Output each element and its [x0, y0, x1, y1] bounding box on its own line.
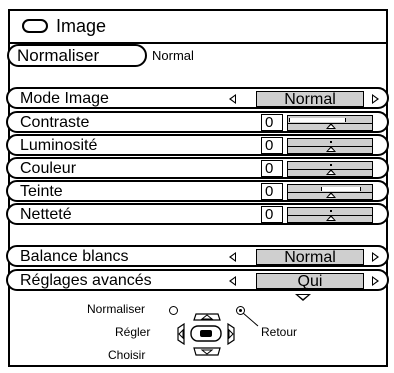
menu-title: Image: [56, 16, 107, 36]
menu-item-balance-blancs-pill: Balance blancs Normal: [6, 245, 389, 267]
arrow-right-icon[interactable]: [372, 276, 379, 286]
arrow-right-icon[interactable]: [372, 252, 379, 262]
menu-item-luminosite-pill: Luminosité 0: [6, 134, 389, 156]
menu-item-contraste[interactable]: Contraste 0: [6, 111, 389, 133]
balance-blancs-value: Normal: [256, 249, 364, 266]
couleur-value: 0: [261, 160, 283, 177]
normaliser-button[interactable]: Normaliser: [7, 44, 147, 67]
menu-item-luminosite[interactable]: Luminosité 0: [6, 134, 389, 156]
luminosite-slider[interactable]: [287, 138, 373, 154]
menu-item-label: Contraste: [20, 114, 90, 131]
menu-item-label: Réglages avancés: [20, 272, 152, 289]
menu-item-mode-image[interactable]: Mode Image Normal: [6, 87, 389, 109]
menu-item-couleur[interactable]: Couleur 0: [6, 157, 389, 179]
slider-fill: [321, 187, 361, 191]
reglages-avances-value: Qui: [256, 273, 364, 291]
menu-item-label: Balance blancs: [20, 248, 129, 265]
arrow-left-icon[interactable]: [229, 276, 236, 286]
contraste-value: 0: [261, 114, 283, 131]
mode-image-value: Normal: [256, 91, 364, 109]
menu-item-label: Teinte: [20, 183, 63, 200]
menu-item-mode-image-pill: Mode Image Normal: [6, 87, 389, 109]
teinte-slider[interactable]: [287, 184, 373, 200]
arrow-left-icon[interactable]: [229, 94, 236, 104]
slider-center-dot: [330, 210, 332, 212]
menu-item-reglages-avances-pill: Réglages avancés Qui: [6, 269, 389, 291]
slider-center-dot: [330, 164, 332, 166]
menu-item-label: Luminosité: [20, 137, 98, 154]
rounded-rect-icon: [22, 19, 48, 33]
menu-item-nettete-pill: Netteté 0: [6, 203, 389, 225]
menu-item-reglages-avances[interactable]: Réglages avancés Qui: [6, 269, 389, 291]
slider-fill: [289, 118, 346, 122]
slider-marker-icon: [326, 169, 336, 175]
menu-item-balance-blancs[interactable]: Balance blancs Normal: [6, 245, 389, 267]
remote-pad-icon: [177, 313, 235, 356]
help-regler-label: Régler: [115, 325, 151, 339]
nettete-slider[interactable]: [287, 207, 373, 223]
menu-item-contraste-pill: Contraste 0: [6, 111, 389, 133]
help-choisir-label: Choisir: [108, 348, 146, 362]
menu-item-label: Mode Image: [20, 90, 109, 107]
help-retour-label: Retour: [261, 325, 298, 339]
normaliser-status: Normal: [152, 48, 194, 63]
menu-title-bar: Image: [10, 11, 386, 44]
slider-marker-icon: [326, 123, 336, 129]
menu-item-couleur-pill: Couleur 0: [6, 157, 389, 179]
luminosite-value: 0: [261, 137, 283, 154]
scroll-down-arrow-icon[interactable]: [295, 294, 311, 301]
contraste-slider[interactable]: [287, 115, 373, 131]
menu-item-teinte[interactable]: Teinte 0: [6, 180, 389, 202]
slider-center-dot: [330, 141, 332, 143]
slider-marker-icon: [326, 192, 336, 198]
slider-marker-icon: [326, 146, 336, 152]
menu-item-teinte-pill: Teinte 0: [6, 180, 389, 202]
couleur-slider[interactable]: [287, 161, 373, 177]
slider-marker-icon: [326, 215, 336, 221]
menu-item-label: Netteté: [20, 206, 72, 223]
teinte-value: 0: [261, 183, 283, 200]
help-normaliser-label: Normaliser: [87, 302, 146, 316]
arrow-right-icon[interactable]: [372, 94, 379, 104]
menu-item-label: Couleur: [20, 160, 77, 177]
nettete-value: 0: [261, 206, 283, 223]
menu-item-nettete[interactable]: Netteté 0: [6, 203, 389, 225]
arrow-left-icon[interactable]: [229, 252, 236, 262]
normaliser-button-label: Normaliser: [17, 46, 100, 65]
